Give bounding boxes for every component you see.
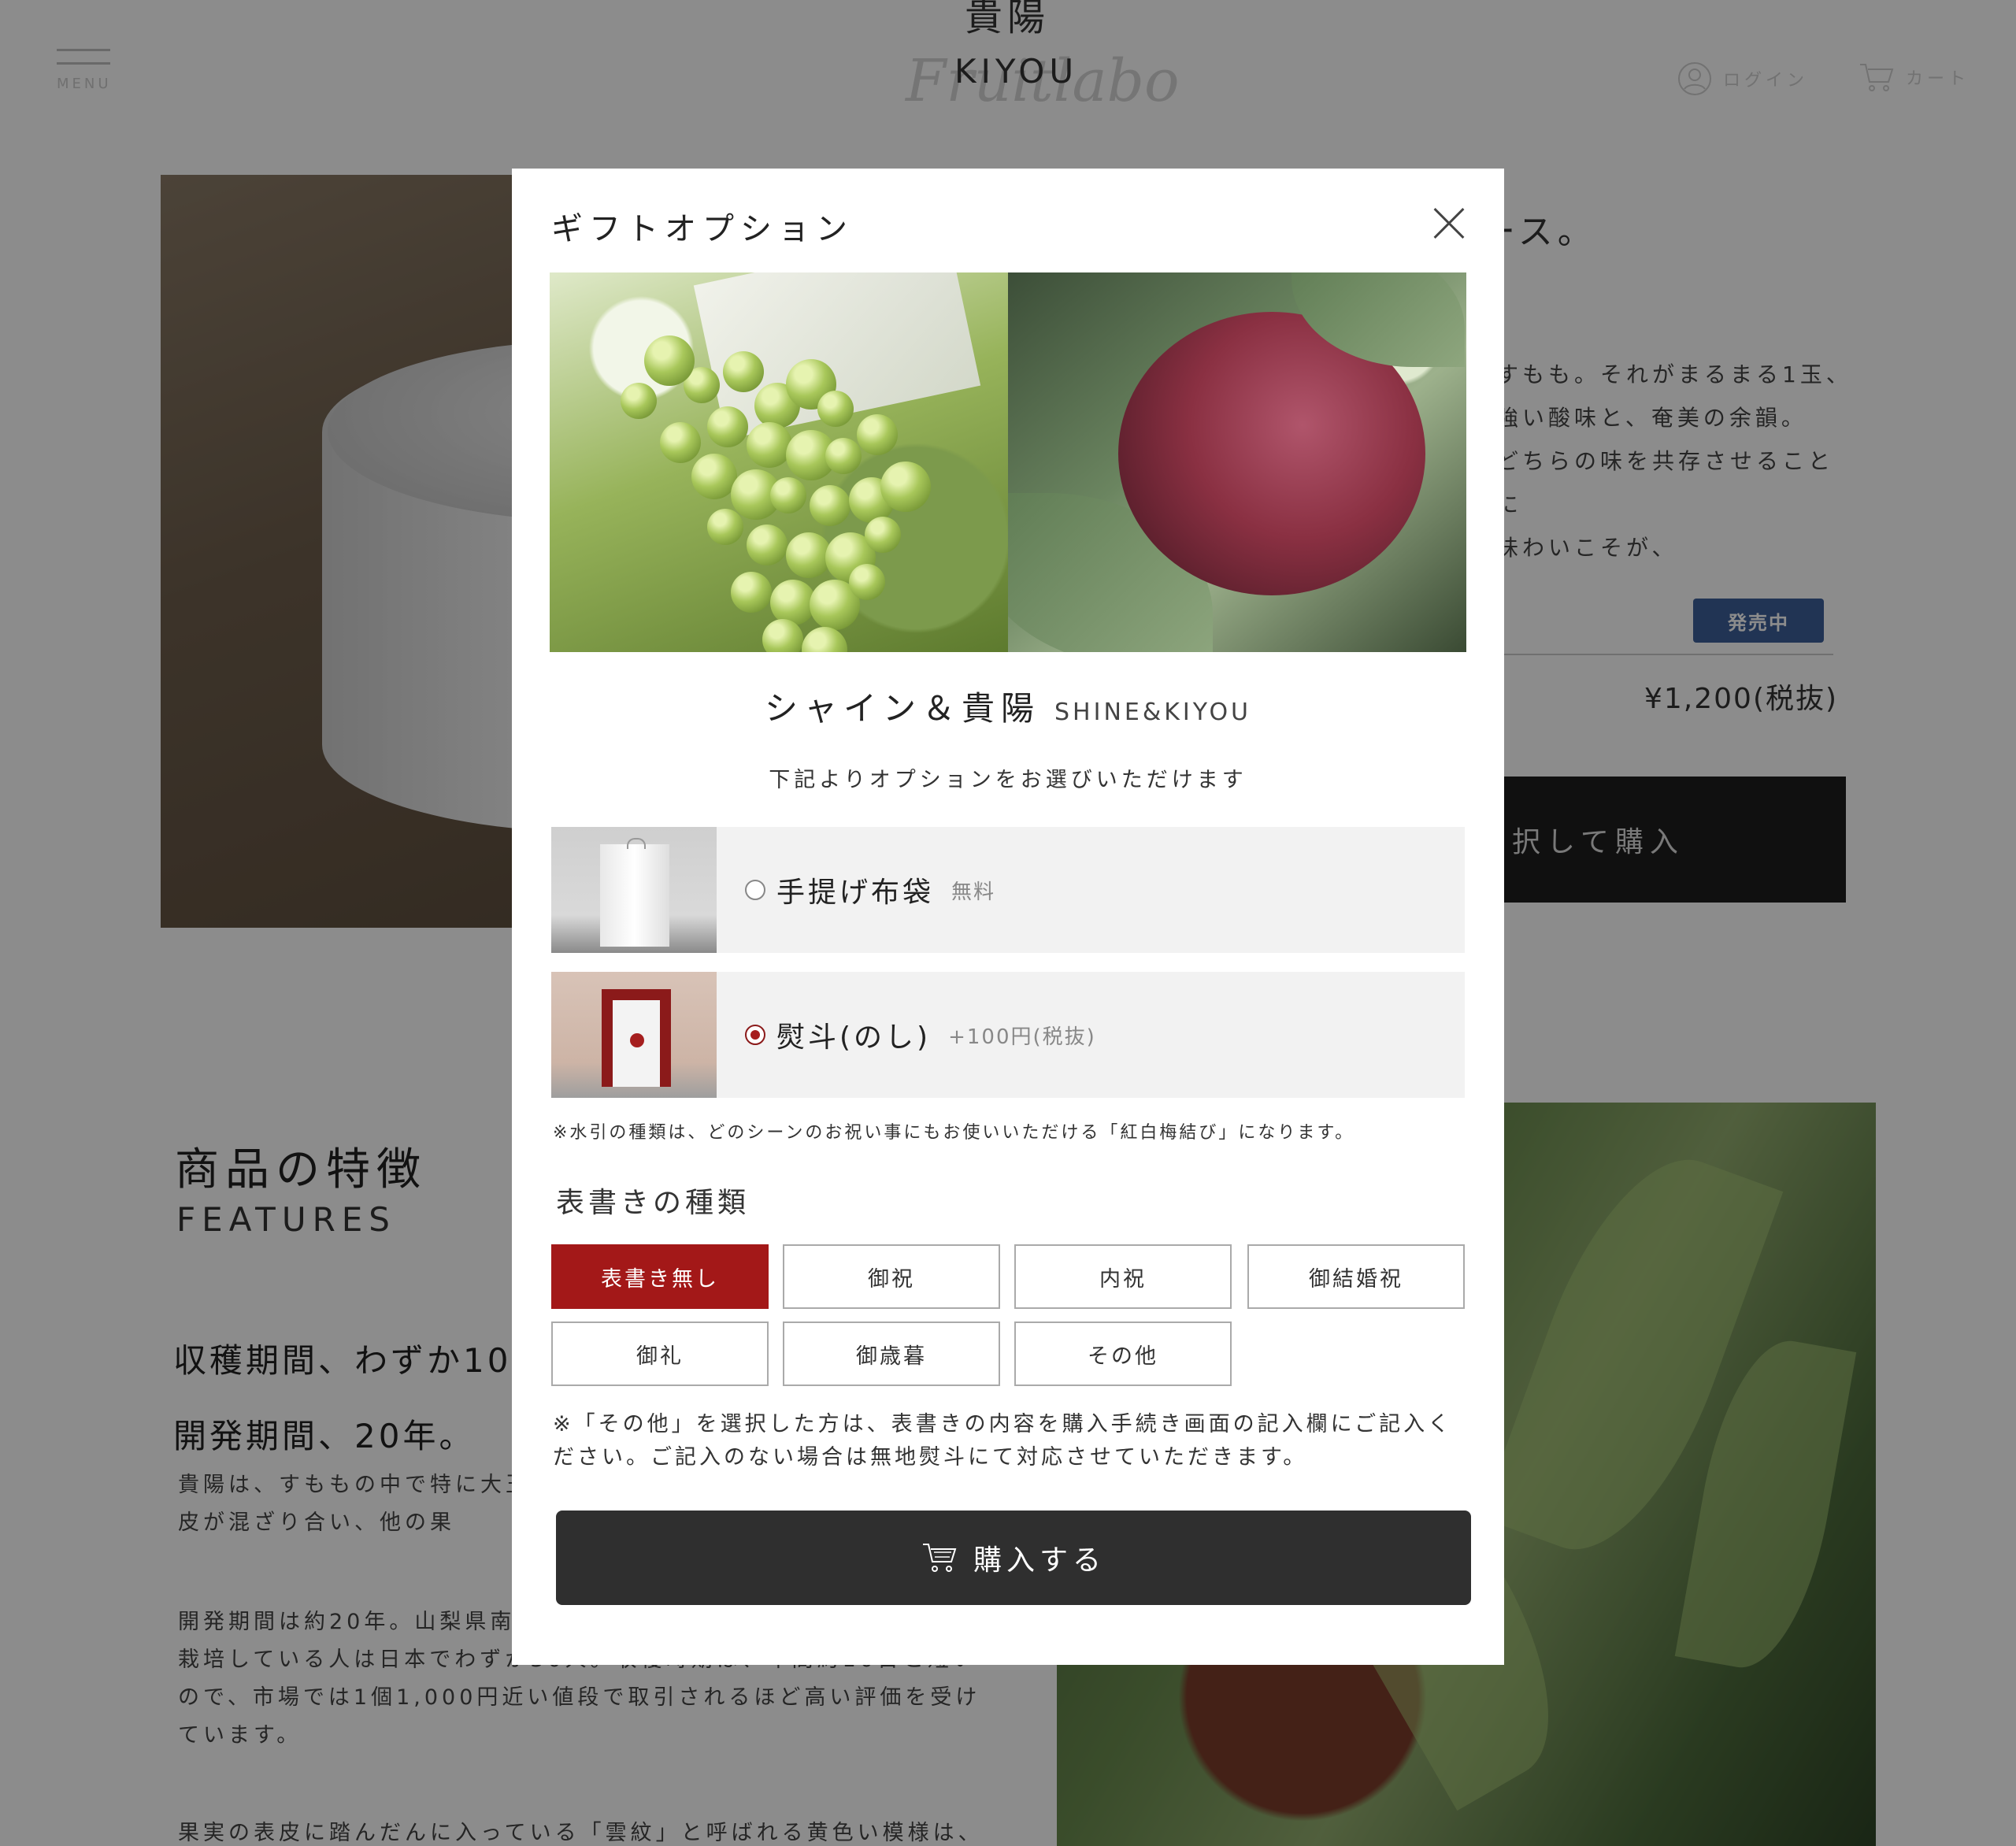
- omote-oseibo-button[interactable]: 御歳暮: [783, 1321, 1000, 1386]
- cart-icon: [922, 1544, 957, 1572]
- mizuhiki-note: ※水引の種類は、どのシーンのお祝い事にもお使いいただける「紅白梅結び」になります…: [553, 1123, 1355, 1143]
- option-cloth-bag[interactable]: 手提げ布袋 無料: [551, 827, 1465, 953]
- gift-option-modal: ギフトオプション シャイン＆貴陽 SHINE&KIYOU 下記よりオプションをお選…: [512, 169, 1504, 1665]
- option-noshi[interactable]: 熨斗(のし) +100円(税抜): [551, 972, 1465, 1098]
- modal-product-name: シャイン＆貴陽 SHINE&KIYOU: [512, 682, 1504, 730]
- other-note: ※「その他」を選択した方は、表書きの内容を購入手続き画面の記入欄にご記入ください…: [553, 1412, 1453, 1470]
- close-icon[interactable]: [1432, 206, 1466, 241]
- omote-orei-button[interactable]: 御礼: [551, 1321, 769, 1386]
- radio-icon[interactable]: [745, 1025, 765, 1045]
- omote-other-button[interactable]: その他: [1014, 1321, 1232, 1386]
- omote-oiwai-button[interactable]: 御祝: [783, 1244, 1000, 1309]
- kiyou-plum-image: [1008, 272, 1466, 652]
- omote-heading: 表書きの種類: [556, 1187, 750, 1219]
- purchase-label: 購入する: [973, 1544, 1106, 1577]
- omote-wedding-button[interactable]: 御結婚祝: [1247, 1244, 1465, 1309]
- omote-uchiiwai-button[interactable]: 内祝: [1014, 1244, 1232, 1309]
- shine-muscat-image: [550, 272, 1008, 652]
- product-name-jp: シャイン＆貴陽: [764, 689, 1040, 728]
- omote-none-button[interactable]: 表書き無し: [551, 1244, 769, 1309]
- product-name-en: SHINE&KIYOU: [1054, 699, 1252, 726]
- product-images: [550, 272, 1466, 652]
- purchase-button[interactable]: 購入する: [556, 1511, 1471, 1605]
- option-label: 熨斗(のし): [776, 1021, 932, 1054]
- option-price: +100円(税抜): [948, 1025, 1096, 1049]
- cloth-bag-thumbnail: [551, 827, 717, 953]
- option-price: 無料: [951, 880, 996, 904]
- radio-icon[interactable]: [745, 880, 765, 900]
- option-label: 手提げ布袋: [776, 877, 935, 909]
- noshi-thumbnail: [551, 972, 717, 1098]
- modal-title: ギフトオプション: [551, 211, 854, 247]
- modal-subtitle: 下記よりオプションをお選びいただけます: [769, 768, 1247, 792]
